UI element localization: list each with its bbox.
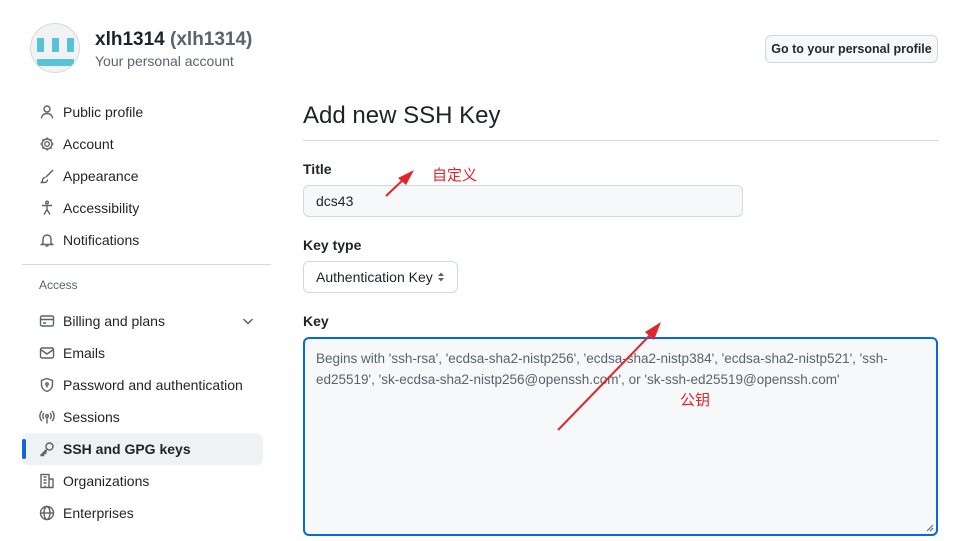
annotation-title-note: 自定义 [432, 166, 478, 184]
account-header: xlh1314 (xlh1314) Your personal account … [0, 0, 965, 90]
account-subtitle: Your personal account [95, 53, 234, 69]
person-icon [38, 103, 56, 121]
user-handle: (xlh1314) [170, 29, 253, 50]
sidebar-item-label: Billing and plans [63, 313, 165, 329]
select-arrows-icon [438, 272, 444, 282]
sidebar-item-billing[interactable]: Billing and plans [22, 305, 272, 337]
sidebar-item-notifications[interactable]: Notifications [22, 224, 272, 256]
key-label: Key [303, 313, 329, 329]
shield-lock-icon [38, 376, 56, 394]
sidebar-item-label: Notifications [63, 232, 140, 248]
title-divider [303, 140, 938, 141]
sidebar-item-appearance[interactable]: Appearance [22, 160, 272, 192]
sidebar-item-label: SSH and GPG keys [63, 441, 191, 457]
key-textarea[interactable]: Begins with 'ssh-rsa', 'ecdsa-sha2-nistp… [303, 337, 938, 536]
resize-handle-icon[interactable] [926, 524, 934, 532]
settings-sidebar: Public profile Account Appearance Access… [22, 96, 272, 529]
title-label: Title [303, 161, 332, 177]
sidebar-section-access: Access [39, 278, 78, 292]
sidebar-item-label: Account [63, 136, 114, 152]
title-input-value: dcs43 [316, 193, 354, 209]
sidebar-item-label: Emails [63, 345, 106, 361]
accessibility-icon [38, 199, 56, 217]
sidebar-item-public-profile[interactable]: Public profile [22, 96, 272, 128]
sidebar-item-emails[interactable]: Emails [22, 337, 272, 369]
gear-icon [38, 135, 56, 153]
bell-icon [38, 231, 56, 249]
organization-icon [38, 472, 56, 490]
mail-icon [38, 344, 56, 362]
sidebar-item-label: Organizations [63, 473, 150, 489]
sidebar-item-organizations[interactable]: Organizations [22, 465, 272, 497]
selected-indicator [22, 439, 26, 459]
broadcast-icon [38, 408, 56, 426]
sidebar-item-accessibility[interactable]: Accessibility [22, 192, 272, 224]
sidebar-item-label: Accessibility [63, 200, 140, 216]
key-icon [38, 440, 56, 458]
paintbrush-icon [38, 167, 56, 185]
avatar[interactable] [30, 23, 80, 73]
key-type-select[interactable]: Authentication Key [303, 261, 458, 293]
user-name: xlh1314 (xlh1314) [95, 29, 252, 51]
sidebar-item-label: Public profile [63, 104, 144, 120]
sidebar-item-label: Sessions [63, 409, 120, 425]
chevron-down-icon[interactable] [240, 313, 256, 329]
sidebar-item-password-auth[interactable]: Password and authentication [22, 369, 272, 401]
annotation-key-note: 公钥 [680, 391, 711, 409]
key-type-label: Key type [303, 237, 362, 253]
go-to-profile-button[interactable]: Go to your personal profile [765, 35, 938, 63]
username: xlh1314 [95, 29, 165, 50]
globe-icon [38, 504, 56, 522]
sidebar-item-enterprises[interactable]: Enterprises [22, 497, 272, 529]
sidebar-item-label: Password and authentication [63, 377, 243, 393]
credit-card-icon [38, 312, 56, 330]
sidebar-item-label: Enterprises [63, 505, 134, 521]
key-type-value: Authentication Key [316, 269, 433, 285]
sidebar-item-label: Appearance [63, 168, 139, 184]
sidebar-item-ssh-gpg-keys[interactable]: SSH and GPG keys [22, 433, 263, 465]
sidebar-item-sessions[interactable]: Sessions [22, 401, 272, 433]
title-input[interactable]: dcs43 [303, 185, 743, 217]
sidebar-item-account[interactable]: Account [22, 128, 272, 160]
add-ssh-key-form: Add new SSH Key Title dcs43 Key type Aut… [303, 96, 938, 536]
key-placeholder: Begins with 'ssh-rsa', 'ecdsa-sha2-nistp… [316, 351, 888, 387]
page-title: Add new SSH Key [303, 102, 501, 129]
